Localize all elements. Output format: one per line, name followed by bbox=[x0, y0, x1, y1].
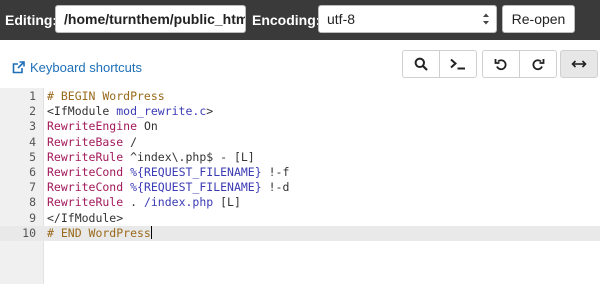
terminal-button[interactable] bbox=[439, 50, 477, 78]
code-text: RewriteEngine On bbox=[47, 119, 158, 134]
code-text: # BEGIN WordPress bbox=[47, 89, 165, 104]
word-wrap-toggle[interactable] bbox=[560, 50, 598, 78]
code-text: <IfModule mod_rewrite.c> bbox=[47, 104, 213, 119]
code-line[interactable]: 5 RewriteRule ^index\.php$ - [L] bbox=[0, 150, 600, 165]
file-path-input[interactable]: /home/turnthem/public_html/.htaccess bbox=[55, 5, 246, 33]
code-line[interactable]: 6 RewriteCond %{REQUEST_FILENAME} !-f bbox=[0, 165, 600, 180]
line-number: 2 bbox=[29, 104, 36, 119]
code-token: !-d bbox=[261, 180, 290, 195]
code-line[interactable]: 1 # BEGIN WordPress bbox=[0, 89, 600, 104]
code-token: / bbox=[123, 134, 138, 149]
redo-button[interactable] bbox=[519, 50, 557, 78]
wrap-toggle-icon bbox=[571, 60, 587, 68]
reopen-button[interactable]: Re-open bbox=[502, 5, 575, 33]
terminal-icon bbox=[450, 58, 465, 70]
code-variable: %{REQUEST_FILENAME} bbox=[130, 180, 262, 195]
code-line[interactable]: 9 </IfModule> bbox=[0, 211, 600, 226]
code-token: . bbox=[123, 195, 144, 210]
code-variable: mod_rewrite.c bbox=[116, 104, 207, 119]
select-arrows-icon bbox=[483, 13, 489, 25]
search-button[interactable] bbox=[402, 50, 440, 78]
code-directive: RewriteBase bbox=[47, 134, 124, 149]
code-line[interactable]: 2 <IfModule mod_rewrite.c> bbox=[0, 104, 600, 119]
code-text: # END WordPress bbox=[47, 225, 152, 241]
code-directive: RewriteEngine bbox=[47, 119, 138, 134]
code-variable: %{REQUEST_FILENAME} bbox=[130, 165, 262, 179]
code-text: RewriteCond %{REQUEST_FILENAME} !-f bbox=[47, 165, 289, 180]
encoding-value: utf-8 bbox=[327, 11, 356, 27]
code-directive: RewriteRule bbox=[47, 149, 124, 164]
code-token: > bbox=[206, 104, 214, 119]
line-number: 4 bbox=[29, 134, 36, 149]
code-directive: RewriteCond bbox=[47, 165, 124, 179]
code-token: <IfModule bbox=[47, 104, 117, 119]
code-editor[interactable]: 1 # BEGIN WordPress 2 <IfModule mod_rewrite… bbox=[0, 88, 600, 284]
code-token: [L] bbox=[213, 195, 241, 210]
code-variable: /index.php bbox=[143, 195, 214, 210]
code-text: RewriteBase / bbox=[47, 135, 137, 150]
code-comment: # BEGIN WordPress bbox=[47, 89, 165, 103]
code-token: !-f bbox=[261, 165, 290, 179]
line-number: 10 bbox=[22, 225, 36, 240]
search-icon bbox=[414, 57, 428, 71]
code-directive: RewriteRule bbox=[47, 195, 124, 210]
encoding-select[interactable]: utf-8 bbox=[318, 5, 497, 33]
code-text: </IfModule> bbox=[47, 211, 123, 226]
code-token: On bbox=[137, 119, 158, 134]
text-cursor bbox=[150, 225, 152, 239]
line-number: 6 bbox=[29, 165, 36, 179]
code-token: </IfModule> bbox=[47, 210, 124, 225]
keyboard-shortcuts-link[interactable]: Keyboard shortcuts bbox=[12, 58, 142, 76]
external-link-icon bbox=[12, 60, 25, 73]
code-text: RewriteRule ^index\.php$ - [L] bbox=[47, 150, 255, 165]
undo-icon bbox=[494, 59, 507, 71]
code-comment: # END WordPress bbox=[47, 225, 151, 240]
code-directive: RewriteCond bbox=[47, 180, 124, 195]
line-number: 3 bbox=[29, 119, 36, 134]
line-number: 8 bbox=[29, 195, 36, 210]
code-line[interactable]: 3 RewriteEngine On bbox=[0, 119, 600, 134]
code-line[interactable]: 7 RewriteCond %{REQUEST_FILENAME} !-d bbox=[0, 180, 600, 195]
editing-label: Editing: bbox=[5, 12, 58, 28]
keyboard-shortcuts-label: Keyboard shortcuts bbox=[30, 59, 143, 75]
redo-icon bbox=[532, 59, 545, 71]
editor-header: Editing: /home/turnthem/public_html/.hta… bbox=[0, 0, 600, 40]
editor-toolbar: Keyboard shortcuts bbox=[0, 40, 600, 88]
undo-button[interactable] bbox=[482, 50, 520, 78]
encoding-label: Encoding: bbox=[252, 12, 321, 28]
code-line[interactable]: 10 # END WordPress bbox=[0, 225, 600, 241]
code-token: ^index\.php$ - [L] bbox=[123, 149, 255, 164]
code-line[interactable]: 8 RewriteRule . /index.php [L] bbox=[0, 195, 600, 210]
line-number: 5 bbox=[29, 149, 36, 164]
line-number: 7 bbox=[29, 180, 36, 195]
code-text: RewriteRule . /index.php [L] bbox=[47, 195, 241, 210]
line-number: 1 bbox=[29, 89, 36, 103]
code-text: RewriteCond %{REQUEST_FILENAME} !-d bbox=[47, 180, 289, 195]
code-line[interactable]: 4 RewriteBase / bbox=[0, 135, 600, 150]
line-number: 9 bbox=[29, 210, 36, 225]
